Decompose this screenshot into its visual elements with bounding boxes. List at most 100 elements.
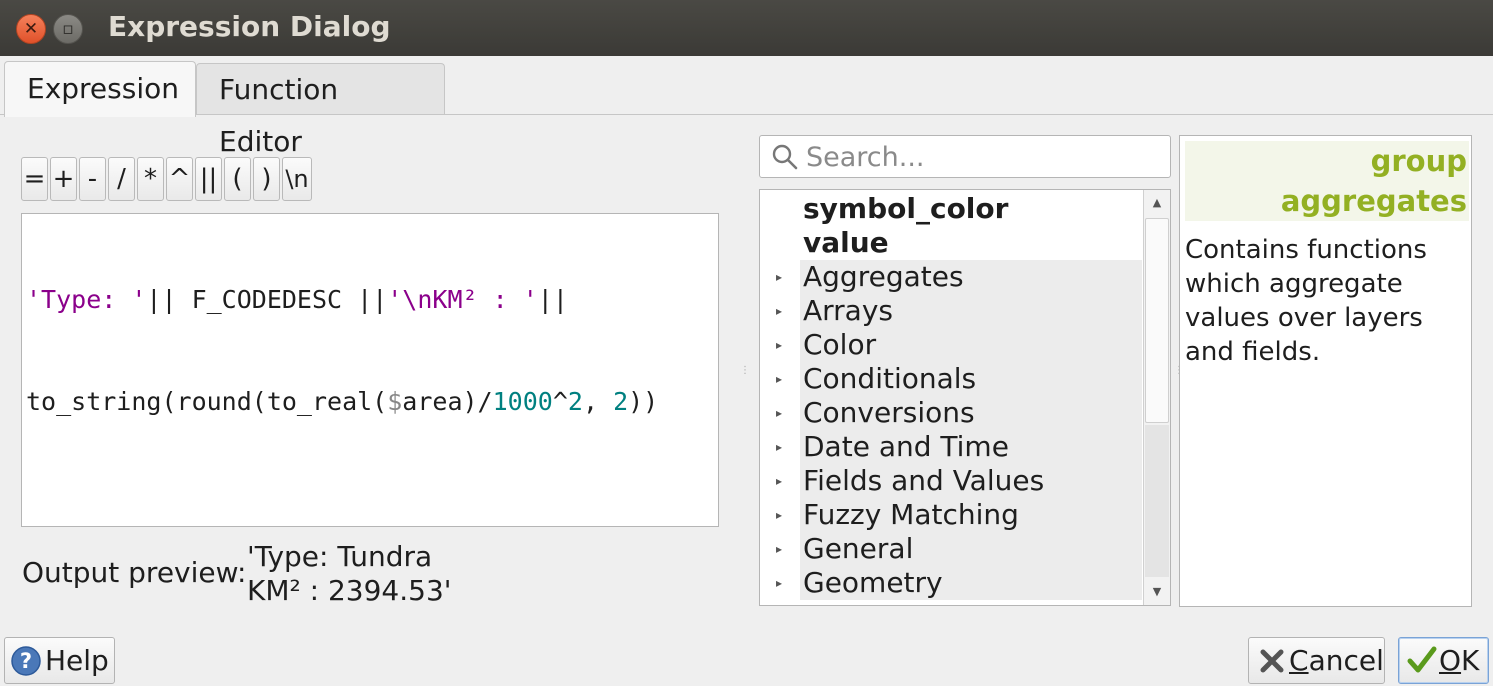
expand-arrow-icon[interactable]: ▸	[776, 294, 782, 328]
expression-token: 'Type: '	[26, 285, 147, 314]
output-preview-label: Output preview:	[22, 556, 247, 589]
minimize-window-button[interactable]: ▫	[53, 14, 83, 44]
expression-token: 1000	[492, 387, 553, 416]
operator-multiply-button[interactable]: *	[137, 157, 164, 201]
output-preview-line: KM² : 2394.53'	[247, 574, 452, 607]
help-description: Contains functions which aggregate value…	[1185, 235, 1427, 367]
tree-group-aggregates[interactable]: ▸ Aggregates	[776, 260, 1142, 294]
title-bar: ✕ ▫ Expression Dialog	[0, 0, 1493, 56]
tree-group-conversions[interactable]: ▸ Conversions	[776, 396, 1142, 430]
tree-group-label: Fuzzy Matching	[803, 498, 1019, 531]
function-search	[759, 135, 1171, 178]
output-preview-line: 'Type: Tundra	[247, 540, 433, 573]
tree-item-field[interactable]: value	[760, 226, 1142, 260]
tree-group-color[interactable]: ▸ Color	[776, 328, 1142, 362]
ok-label-rest: K	[1461, 644, 1480, 677]
help-button-label: Help	[45, 644, 109, 677]
tab-divider	[0, 114, 1493, 115]
operator-minus-button[interactable]: -	[79, 157, 106, 201]
tree-group-general[interactable]: ▸ General	[776, 532, 1142, 566]
tree-group-arrays[interactable]: ▸ Arrays	[776, 294, 1142, 328]
help-heading-line: group	[1370, 144, 1467, 178]
expression-token: to_string(round(to_real(	[26, 387, 388, 416]
search-icon	[772, 144, 798, 170]
expression-token: $	[387, 387, 403, 416]
help-heading: group aggregates	[1185, 141, 1469, 221]
operator-power-button[interactable]: ^	[166, 157, 193, 201]
expression-token: ^	[552, 387, 568, 416]
editor-line: to_string(round(to_real($area)/1000^2, 2…	[26, 385, 714, 419]
output-preview-value: 'Type: Tundra KM² : 2394.53'	[247, 540, 451, 608]
tree-group-geometry[interactable]: ▸ Geometry	[776, 566, 1142, 600]
help-heading-line: aggregates	[1280, 184, 1467, 218]
help-icon: ?	[11, 646, 41, 676]
operator-equals-button[interactable]: =	[21, 157, 48, 201]
editor-line: 'Type: '|| F_CODEDESC ||'\nKM² : '||	[26, 283, 714, 317]
scrollbar-thumb[interactable]	[1145, 218, 1169, 423]
tree-scrollbar[interactable]: ▲ ▼	[1143, 190, 1170, 605]
scrollbar-track[interactable]	[1145, 425, 1169, 577]
tree-group-fields-and-values[interactable]: ▸ Fields and Values	[776, 464, 1142, 498]
cancel-label-rest: ancel	[1308, 644, 1384, 677]
cancel-button[interactable]: Cancel	[1248, 637, 1385, 684]
expression-token: ||	[537, 285, 568, 314]
tree-group-label: Fields and Values	[803, 464, 1045, 497]
operator-plus-button[interactable]: +	[50, 157, 77, 201]
tree-item-label: symbol_color	[803, 192, 1009, 225]
checkmark-icon	[1407, 646, 1437, 673]
expression-token: || F_CODEDESC ||	[146, 285, 388, 314]
svg-text:?: ?	[20, 649, 32, 673]
cancel-icon	[1260, 649, 1284, 673]
tree-group-fuzzy-matching[interactable]: ▸ Fuzzy Matching	[776, 498, 1142, 532]
tab-strip: Expression Function Editor	[0, 56, 1493, 158]
tree-group-label: Arrays	[803, 294, 894, 327]
help-button[interactable]: ? Help	[4, 637, 115, 684]
expression-token: area)/	[402, 387, 493, 416]
function-tree: symbol_color value ▸ Aggregates ▸ Arrays ▸…	[759, 189, 1171, 606]
tree-item-field[interactable]: symbol_color	[760, 192, 1142, 226]
tree-group-label: Conversions	[803, 396, 975, 429]
expression-token: ,	[582, 387, 614, 416]
tree-group-label: Aggregates	[803, 260, 964, 293]
tree-group-conditionals[interactable]: ▸ Conditionals	[776, 362, 1142, 396]
scroll-down-icon[interactable]: ▼	[1144, 579, 1170, 605]
expand-arrow-icon[interactable]: ▸	[776, 362, 782, 396]
expand-arrow-icon[interactable]: ▸	[776, 532, 782, 566]
expression-token: '\nKM² : '	[387, 285, 538, 314]
expression-token: 2	[567, 387, 583, 416]
expand-arrow-icon[interactable]: ▸	[776, 566, 782, 600]
function-help-panel: group aggregates Contains functions whic…	[1179, 135, 1472, 607]
expand-arrow-icon[interactable]: ▸	[776, 328, 782, 362]
scroll-up-icon[interactable]: ▲	[1144, 190, 1170, 216]
splitter-handle[interactable]: ⋮	[1174, 365, 1184, 381]
tree-item-label: value	[803, 226, 889, 259]
splitter-handle[interactable]: ⋮	[740, 365, 750, 381]
close-window-button[interactable]: ✕	[16, 14, 46, 44]
expand-arrow-icon[interactable]: ▸	[776, 464, 782, 498]
tab-expression[interactable]: Expression	[4, 61, 196, 117]
ok-button[interactable]: OK	[1398, 637, 1489, 684]
operator-divide-button[interactable]: /	[108, 157, 135, 201]
window-title: Expression Dialog	[108, 10, 391, 43]
expand-arrow-icon[interactable]: ▸	[776, 396, 782, 430]
expand-arrow-icon[interactable]: ▸	[776, 430, 782, 464]
expression-token: ))	[628, 387, 659, 416]
expression-editor[interactable]: 'Type: '|| F_CODEDESC ||'\nKM² : '|| to_…	[21, 213, 719, 527]
cancel-mnemonic: C	[1289, 644, 1309, 677]
tree-group-label: General	[803, 532, 914, 565]
expand-arrow-icon[interactable]: ▸	[776, 498, 782, 532]
cancel-button-label: Cancel	[1289, 638, 1384, 683]
tree-group-date-and-time[interactable]: ▸ Date and Time	[776, 430, 1142, 464]
search-input[interactable]	[806, 140, 1156, 174]
expression-token: 2	[613, 387, 629, 416]
tab-function-editor[interactable]: Function Editor	[196, 63, 445, 158]
expand-arrow-icon[interactable]: ▸	[776, 260, 782, 294]
ok-mnemonic: O	[1439, 644, 1462, 677]
tree-group-label: Date and Time	[803, 430, 1009, 463]
operator-concat-button[interactable]: ||	[195, 157, 222, 201]
ok-button-label: OK	[1439, 638, 1479, 683]
operator-close-paren-button[interactable]: )	[253, 157, 280, 201]
tree-group-label: Conditionals	[803, 362, 977, 395]
operator-open-paren-button[interactable]: (	[224, 157, 251, 201]
operator-newline-button[interactable]: \n	[282, 157, 312, 201]
